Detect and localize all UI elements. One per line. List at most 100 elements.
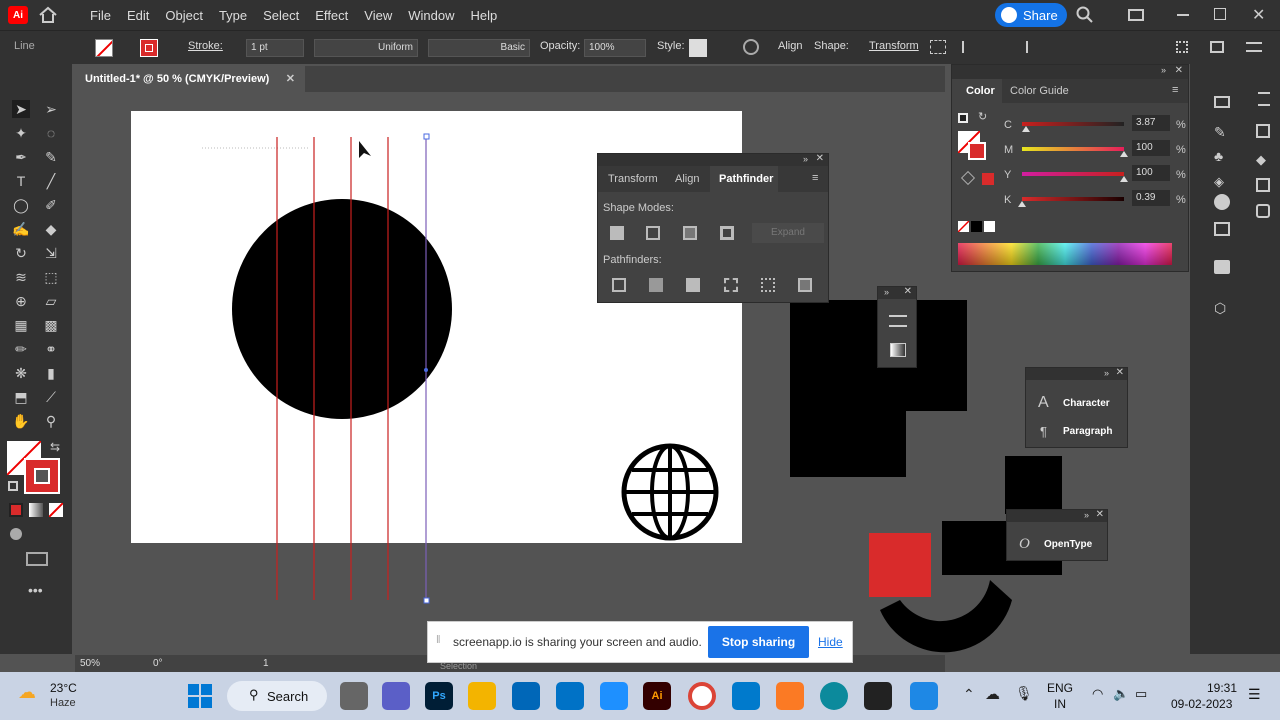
panel-header[interactable]: » ✕ xyxy=(952,65,1188,79)
divide-icon[interactable] xyxy=(612,278,626,292)
outline-icon[interactable] xyxy=(761,278,775,292)
drag-handle-icon[interactable]: ‖ xyxy=(436,634,441,646)
mail-icon[interactable] xyxy=(556,682,584,710)
panel-menu-icon[interactable]: ≡ xyxy=(1172,84,1178,96)
exclude-icon[interactable] xyxy=(720,226,734,240)
close-panel-icon[interactable]: ✕ xyxy=(1175,65,1183,76)
gradient-panel-icon[interactable] xyxy=(890,343,906,357)
illustrator-icon[interactable]: Ai xyxy=(643,682,671,710)
red-square[interactable] xyxy=(869,533,931,597)
default-fill-stroke-icon[interactable] xyxy=(958,113,968,123)
close-panel-icon[interactable]: ✕ xyxy=(1096,509,1104,520)
minus-back-icon[interactable] xyxy=(798,278,812,292)
k-slider-track[interactable] xyxy=(1022,197,1124,201)
appearance-icon[interactable] xyxy=(1214,194,1230,210)
black-circle[interactable] xyxy=(232,199,452,419)
file-explorer-icon[interactable] xyxy=(468,682,496,710)
temperature[interactable]: 23°C xyxy=(50,681,77,695)
tab-align[interactable]: Align xyxy=(675,173,699,185)
vscode-icon[interactable] xyxy=(732,682,760,710)
expand-button[interactable]: Expand xyxy=(752,223,824,243)
chevron-up-icon[interactable]: ⌃ xyxy=(963,686,975,703)
tab-color[interactable]: Color xyxy=(966,85,995,97)
anchor-point[interactable] xyxy=(423,133,430,140)
collapse-icon[interactable]: » xyxy=(803,154,808,164)
c-slider-handle[interactable] xyxy=(1022,126,1030,132)
properties-panel-icon[interactable] xyxy=(1258,92,1270,106)
m-slider-track[interactable] xyxy=(1022,147,1124,151)
layers-stack-icon[interactable]: ◆ xyxy=(1256,152,1270,167)
notification-icon[interactable]: ☰ xyxy=(1248,686,1261,703)
edge-icon[interactable] xyxy=(820,682,848,710)
trim-icon[interactable] xyxy=(649,278,663,292)
stroke-indicator[interactable] xyxy=(968,142,986,160)
collapse-icon[interactable]: » xyxy=(884,287,889,297)
layers-icon[interactable] xyxy=(1256,124,1270,138)
black-swatch[interactable] xyxy=(971,221,982,232)
paragraph-label[interactable]: Paragraph xyxy=(1063,426,1112,437)
panel-header[interactable]: » ✕ xyxy=(1007,509,1107,522)
start-icon[interactable] xyxy=(188,684,212,708)
artboards-icon[interactable] xyxy=(1256,204,1270,218)
close-panel-icon[interactable]: ✕ xyxy=(1116,367,1124,378)
c-value-field[interactable]: 3.87 xyxy=(1132,115,1170,131)
teams-icon[interactable] xyxy=(382,682,410,710)
3d-icon[interactable]: ⬡ xyxy=(1214,300,1230,316)
app-icon[interactable] xyxy=(600,682,628,710)
asset-export-icon[interactable] xyxy=(1214,222,1230,236)
opentype-label[interactable]: OpenType xyxy=(1044,539,1092,550)
m-value-field[interactable]: 100 xyxy=(1132,140,1170,156)
battery-icon[interactable]: ▭ xyxy=(1135,686,1147,702)
y-slider-handle[interactable] xyxy=(1120,176,1128,182)
panel-header[interactable]: » ✕ xyxy=(598,153,828,166)
symbols-icon[interactable]: ♣ xyxy=(1214,148,1230,164)
tab-pathfinder[interactable]: Pathfinder xyxy=(719,173,773,185)
y-value-field[interactable]: 100 xyxy=(1132,165,1170,181)
page-field[interactable]: 1 xyxy=(263,658,269,669)
merge-icon[interactable] xyxy=(686,278,700,292)
unite-icon[interactable] xyxy=(610,226,624,240)
m-slider-handle[interactable] xyxy=(1120,151,1128,157)
links-icon[interactable] xyxy=(1256,178,1270,192)
app-icon[interactable] xyxy=(864,682,892,710)
collapse-icon[interactable]: » xyxy=(1161,65,1166,75)
wifi-icon[interactable]: ◠ xyxy=(1092,686,1103,702)
task-view-icon[interactable] xyxy=(340,682,368,710)
zoom-field[interactable]: 50% xyxy=(80,658,100,669)
microphone-icon[interactable]: 🎙 xyxy=(1015,685,1033,702)
none-swatch[interactable] xyxy=(958,221,969,232)
notepad-icon[interactable] xyxy=(910,682,938,710)
chrome-icon[interactable] xyxy=(688,682,716,710)
color-spectrum[interactable] xyxy=(958,243,1172,265)
photoshop-icon[interactable]: Ps xyxy=(425,682,453,710)
rotate-field[interactable]: 0° xyxy=(153,658,163,669)
clock-time[interactable]: 19:31 xyxy=(1207,681,1237,695)
panel-menu-icon[interactable]: ≡ xyxy=(812,172,818,184)
search-box[interactable]: ⚲ Search xyxy=(227,681,327,711)
k-slider-handle[interactable] xyxy=(1018,201,1026,207)
volume-icon[interactable]: 🔈 xyxy=(1113,686,1129,702)
panel-header[interactable]: » ✕ xyxy=(1026,367,1127,380)
panel-header[interactable]: » ✕ xyxy=(878,286,916,299)
xampp-icon[interactable] xyxy=(776,682,804,710)
store-icon[interactable] xyxy=(512,682,540,710)
crop-icon[interactable] xyxy=(724,278,738,292)
stroke-panel-icon[interactable] xyxy=(889,315,907,327)
graphic-styles-icon[interactable]: ◈ xyxy=(1214,174,1230,190)
black-square[interactable] xyxy=(1005,456,1062,514)
region-code[interactable]: IN xyxy=(1054,697,1066,711)
intersect-icon[interactable] xyxy=(683,226,697,240)
white-swatch[interactable] xyxy=(984,221,995,232)
character-label[interactable]: Character xyxy=(1063,398,1110,409)
collapse-icon[interactable]: » xyxy=(1104,368,1109,378)
gamut-color-swatch[interactable] xyxy=(982,173,994,185)
close-panel-icon[interactable]: ✕ xyxy=(904,286,912,297)
comments-icon[interactable] xyxy=(1214,260,1230,274)
language-code[interactable]: ENG xyxy=(1047,681,1073,695)
hide-link[interactable]: Hide xyxy=(818,635,843,649)
minus-front-icon[interactable] xyxy=(646,226,660,240)
k-value-field[interactable]: 0.39 xyxy=(1132,190,1170,206)
c-slider-track[interactable] xyxy=(1022,122,1124,126)
tab-transform[interactable]: Transform xyxy=(608,173,658,185)
brushes-icon[interactable]: ✎ xyxy=(1214,124,1230,140)
